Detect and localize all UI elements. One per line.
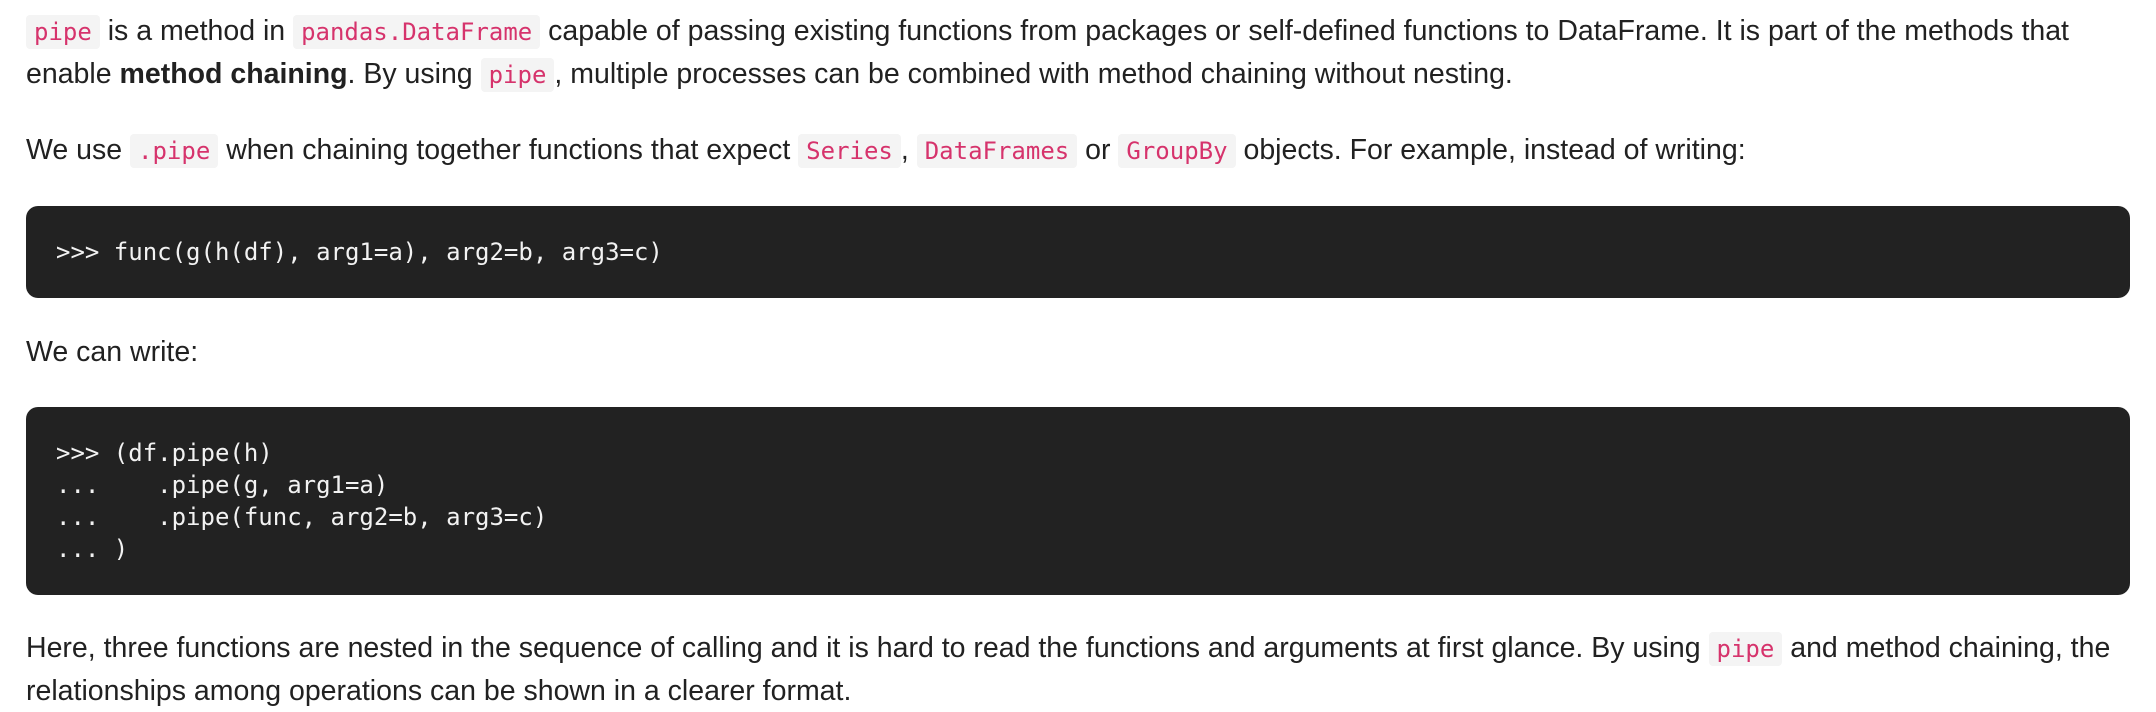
bold-method-chaining: method chaining bbox=[119, 58, 348, 90]
paragraph-text: We use bbox=[26, 134, 131, 166]
inline-code-pipe: pipe bbox=[480, 58, 555, 92]
code-line: >>> func(g(h(df), arg1=a), arg2=b, arg3=… bbox=[56, 238, 663, 266]
inline-code-pipe: pipe bbox=[1708, 632, 1783, 666]
inline-code-dataframes: DataFrames bbox=[916, 134, 1078, 168]
paragraph-text: , bbox=[900, 134, 917, 166]
paragraph-text: Here, three functions are nested in the … bbox=[26, 632, 1709, 664]
paragraph-text: or bbox=[1077, 134, 1119, 166]
article-content: pipe is a method in pandas.DataFrame cap… bbox=[0, 0, 2156, 712]
code-block-nested[interactable]: >>> func(g(h(df), arg1=a), arg2=b, arg3=… bbox=[26, 206, 2130, 298]
paragraph-text: is a method in bbox=[99, 15, 294, 47]
intro-paragraph: pipe is a method in pandas.DataFrame cap… bbox=[26, 0, 2130, 96]
inline-code-groupby: GroupBy bbox=[1118, 134, 1236, 168]
code-block-piped[interactable]: >>> (df.pipe(h) ... .pipe(g, arg1=a) ... .… bbox=[26, 407, 2130, 595]
inline-code-series: Series bbox=[798, 134, 901, 168]
code-line: ... ) bbox=[56, 535, 129, 563]
usage-paragraph: We use .pipe when chaining together func… bbox=[26, 129, 2130, 172]
code-line: >>> (df.pipe(h) bbox=[56, 439, 273, 467]
paragraph-text: objects. For example, instead of writing… bbox=[1235, 134, 1746, 166]
paragraph-text: when chaining together functions that ex… bbox=[218, 134, 799, 166]
paragraph-text: , multiple processes can be combined wit… bbox=[554, 58, 1513, 90]
code-line: ... .pipe(func, arg2=b, arg3=c) bbox=[56, 503, 548, 531]
paragraph-text: . By using bbox=[347, 58, 481, 90]
inline-code-dot-pipe: .pipe bbox=[130, 134, 219, 168]
conclusion-paragraph: Here, three functions are nested in the … bbox=[26, 627, 2130, 712]
inline-code-pandas-dataframe: pandas.DataFrame bbox=[293, 15, 541, 49]
transition-paragraph: We can write: bbox=[26, 336, 199, 368]
inline-code-pipe: pipe bbox=[26, 15, 100, 49]
code-line: ... .pipe(g, arg1=a) bbox=[56, 471, 389, 499]
